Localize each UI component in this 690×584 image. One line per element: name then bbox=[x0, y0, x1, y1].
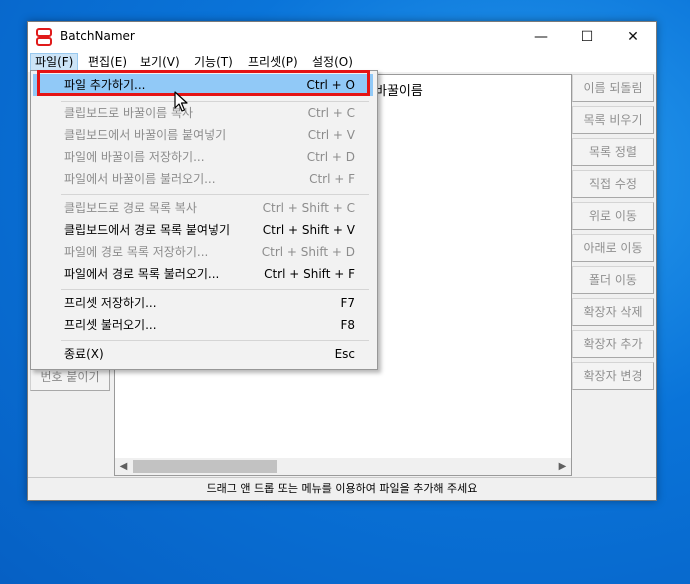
minimize-button[interactable]: — bbox=[518, 22, 564, 52]
menu-item-shortcut: Ctrl + F bbox=[309, 172, 355, 186]
menu-item-save-preset[interactable]: 프리셋 저장하기... F7 bbox=[33, 292, 373, 314]
menu-item-shortcut: Ctrl + V bbox=[307, 128, 355, 142]
maximize-button[interactable]: ☐ bbox=[564, 22, 610, 52]
menu-view[interactable]: 보기(V) bbox=[136, 54, 184, 70]
menu-item-paste-new-names[interactable]: 클립보드에서 바꿀이름 붙여넣기 Ctrl + V bbox=[33, 124, 373, 146]
restore-name-button[interactable]: 이름 되돌림 bbox=[572, 74, 654, 102]
menu-item-shortcut: Ctrl + Shift + D bbox=[261, 245, 355, 259]
menu-separator bbox=[61, 340, 369, 341]
menu-item-label: 파일에서 경로 목록 불러오기... bbox=[64, 267, 220, 281]
menu-file[interactable]: 파일(F) bbox=[30, 53, 79, 71]
menu-preset[interactable]: 프리셋(P) bbox=[244, 54, 302, 70]
menu-item-label: 종료(X) bbox=[64, 347, 104, 361]
menu-item-load-preset[interactable]: 프리셋 불러오기... F8 bbox=[33, 314, 373, 336]
move-up-button[interactable]: 위로 이동 bbox=[572, 202, 654, 230]
sort-list-button[interactable]: 목록 정렬 bbox=[572, 138, 654, 166]
app-icon bbox=[36, 28, 52, 46]
menu-item-shortcut: Ctrl + Shift + V bbox=[262, 223, 355, 237]
menu-item-shortcut: Ctrl + C bbox=[307, 106, 355, 120]
change-extension-button[interactable]: 확장자 변경 bbox=[572, 362, 654, 390]
menu-item-load-paths[interactable]: 파일에서 경로 목록 불러오기... Ctrl + Shift + F bbox=[33, 263, 373, 285]
menu-item-copy-paths[interactable]: 클립보드로 경로 목록 복사 Ctrl + Shift + C bbox=[33, 197, 373, 219]
menu-item-label: 클립보드로 경로 목록 복사 bbox=[64, 201, 197, 215]
scroll-left-icon[interactable]: ◀ bbox=[115, 458, 132, 475]
file-menu-dropdown: 파일 추가하기... Ctrl + O 클립보드로 바꿀이름 복사 Ctrl +… bbox=[30, 70, 378, 370]
menu-item-shortcut: Esc bbox=[334, 347, 355, 361]
annotation-highlight-box bbox=[37, 70, 370, 96]
horizontal-scrollbar[interactable]: ◀ ▶ bbox=[115, 458, 571, 475]
column-header-new-name[interactable]: 바꿀이름 bbox=[375, 80, 423, 99]
menu-item-copy-new-names[interactable]: 클립보드로 바꿀이름 복사 Ctrl + C bbox=[33, 102, 373, 124]
delete-extension-button[interactable]: 확장자 삭제 bbox=[572, 298, 654, 326]
menu-bar: 파일(F) 편집(E) 보기(V) 기능(T) 프리셋(P) 설정(O) bbox=[28, 52, 656, 72]
right-panel: 이름 되돌림 목록 비우기 목록 정렬 직접 수정 위로 이동 아래로 이동 폴… bbox=[572, 74, 656, 474]
title-bar[interactable]: BatchNamer — ☐ ✕ bbox=[28, 22, 656, 52]
menu-item-paste-paths[interactable]: 클립보드에서 경로 목록 붙여넣기 Ctrl + Shift + V bbox=[33, 219, 373, 241]
window-title: BatchNamer bbox=[60, 29, 135, 43]
menu-item-label: 프리셋 저장하기... bbox=[64, 296, 157, 310]
menu-item-exit[interactable]: 종료(X) Esc bbox=[33, 343, 373, 365]
menu-item-shortcut: F7 bbox=[340, 296, 355, 310]
menu-item-label: 파일에 바꿀이름 저장하기... bbox=[64, 150, 205, 164]
menu-edit[interactable]: 편집(E) bbox=[84, 54, 131, 70]
menu-item-save-new-names[interactable]: 파일에 바꿀이름 저장하기... Ctrl + D bbox=[33, 146, 373, 168]
menu-separator bbox=[61, 194, 369, 195]
menu-item-shortcut: Ctrl + Shift + C bbox=[262, 201, 355, 215]
menu-item-label: 프리셋 불러오기... bbox=[64, 318, 157, 332]
mouse-cursor-icon bbox=[174, 91, 188, 112]
scroll-thumb[interactable] bbox=[133, 460, 277, 473]
move-folder-button[interactable]: 폴더 이동 bbox=[572, 266, 654, 294]
menu-item-load-new-names[interactable]: 파일에서 바꿀이름 불러오기... Ctrl + F bbox=[33, 168, 373, 190]
menu-item-shortcut: Ctrl + D bbox=[306, 150, 355, 164]
menu-item-save-paths[interactable]: 파일에 경로 목록 저장하기... Ctrl + Shift + D bbox=[33, 241, 373, 263]
status-bar: 드래그 앤 드롭 또는 메뉴를 이용하여 파일을 추가해 주세요 bbox=[28, 477, 656, 500]
move-down-button[interactable]: 아래로 이동 bbox=[572, 234, 654, 262]
menu-item-label: 파일에서 바꿀이름 불러오기... bbox=[64, 172, 216, 186]
menu-item-label: 클립보드에서 바꿀이름 붙여넣기 bbox=[64, 128, 227, 142]
direct-edit-button[interactable]: 직접 수정 bbox=[572, 170, 654, 198]
add-extension-button[interactable]: 확장자 추가 bbox=[572, 330, 654, 358]
menu-tools[interactable]: 기능(T) bbox=[190, 54, 237, 70]
menu-item-label: 클립보드에서 경로 목록 붙여넣기 bbox=[64, 223, 231, 237]
menu-item-label: 파일에 경로 목록 저장하기... bbox=[64, 245, 209, 259]
menu-settings[interactable]: 설정(O) bbox=[308, 54, 357, 70]
menu-item-shortcut: Ctrl + Shift + F bbox=[264, 267, 355, 281]
close-button[interactable]: ✕ bbox=[610, 22, 656, 52]
scroll-right-icon[interactable]: ▶ bbox=[554, 458, 571, 475]
menu-item-shortcut: F8 bbox=[340, 318, 355, 332]
menu-separator bbox=[61, 289, 369, 290]
clear-list-button[interactable]: 목록 비우기 bbox=[572, 106, 654, 134]
